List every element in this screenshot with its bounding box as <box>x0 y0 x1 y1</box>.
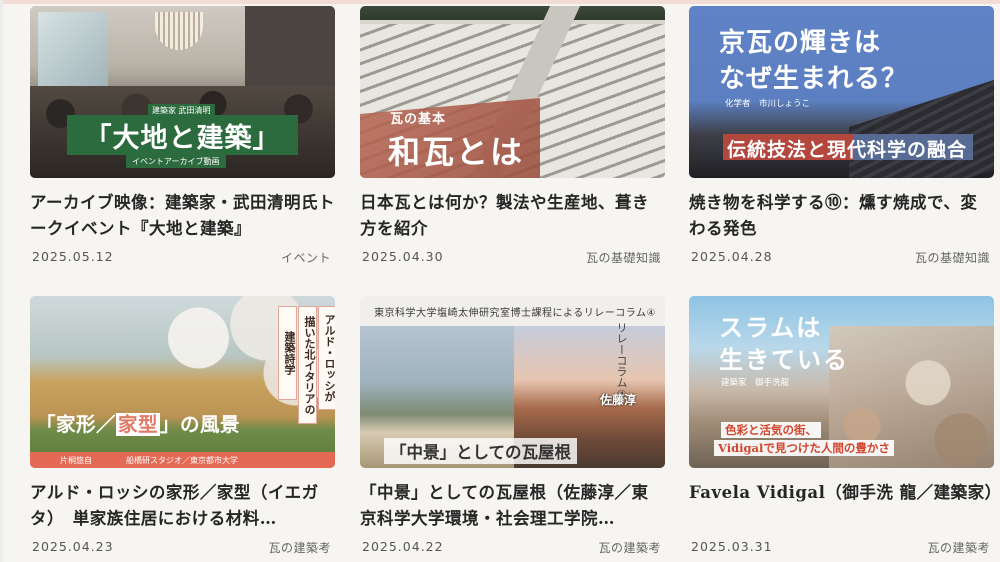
thumb-vertical-label: アルド・ロッシが <box>318 306 335 410</box>
article-date: 2025.05.12 <box>32 249 114 264</box>
article-title[interactable]: 日本瓦とは何か？製法や生産地、葺き方を紹介 <box>360 190 665 242</box>
thumb-screen <box>38 12 108 90</box>
thumb-headline: スラムは <box>719 313 823 342</box>
article-category[interactable]: イベント <box>281 249 331 266</box>
article-thumbnail[interactable]: 京瓦の輝きは なぜ生まれる？ 化学者 市川しょうこ 伝統技法と現代科学の融合 <box>689 6 994 178</box>
article-category[interactable]: 瓦の基礎知識 <box>915 249 990 266</box>
thumb-credit: 化学者 市川しょうこ <box>725 99 811 109</box>
thumb-headline: 和瓦とは <box>388 133 525 171</box>
thumb-headline: なぜ生まれる？ <box>719 64 909 94</box>
article-thumbnail[interactable]: 建築詩学 描いた北イタリアの アルド・ロッシが 「家形／ 家型 」の風景 片桐悠自 … <box>30 296 335 468</box>
article-title[interactable]: アルド・ロッシの家形／家型（イエガタ） 単家族住居における材料… <box>30 480 335 532</box>
article-meta: 2025.03.31 瓦の建築考 <box>689 539 994 557</box>
article-title[interactable]: アーカイブ映像：建築家・武田清明氏トークイベント『大地と建築』 <box>30 190 335 242</box>
thumb-headline: 生きている <box>719 345 849 374</box>
thumb-ribbon: Vidigalで見つけた人間の豊かさ <box>714 440 894 456</box>
article-title[interactable]: 焼き物を科学する⑩：燻す焼成で、変わる発色 <box>689 190 994 242</box>
article-category[interactable]: 瓦の建築考 <box>598 539 661 556</box>
thumb-tag: イベントアーカイブ動画 <box>126 155 226 168</box>
thumb-headline-part: 家型 <box>116 413 161 436</box>
article-date: 2025.04.22 <box>362 539 444 554</box>
article-card[interactable]: 京瓦の輝きは なぜ生まれる？ 化学者 市川しょうこ 伝統技法と現代科学の融合 焼… <box>689 6 994 267</box>
thumb-headline: 「大地と建築」 <box>84 123 281 154</box>
thumb-vertical-label: 建築詩学 <box>278 306 297 400</box>
article-meta: 2025.04.28 瓦の基礎知識 <box>689 249 994 267</box>
thumb-chandelier <box>155 12 203 50</box>
thumb-headline-part: 「家形 <box>36 413 97 436</box>
article-card[interactable]: 東京科学大学塩崎太伸研究室博士課程によるリレーコラム④ リレーコラム④ 佐藤淳 … <box>360 296 665 557</box>
article-meta: 2025.05.12 イベント <box>30 249 335 267</box>
article-date: 2025.03.31 <box>691 539 773 554</box>
thumb-author: 佐藤淳 <box>600 393 637 407</box>
thumb-headline: 「家形／ 家型 」の風景 <box>36 413 241 436</box>
article-title[interactable]: 「中景」としての瓦屋根（佐藤淳／東京科学大学環境・社会理工学院… <box>360 480 665 532</box>
article-card[interactable]: 建築家 武田清明 「大地と建築」 イベントアーカイブ動画 アーカイブ映像：建築家… <box>30 6 335 267</box>
thumb-author: 片桐悠自 <box>60 456 92 465</box>
article-category[interactable]: 瓦の建築考 <box>268 539 331 556</box>
article-meta: 2025.04.30 瓦の基礎知識 <box>360 249 665 267</box>
thumb-credit: 建築家 御手洗龍 <box>721 378 790 388</box>
article-thumbnail[interactable]: 瓦の基本 和瓦とは <box>360 6 665 178</box>
article-date: 2025.04.28 <box>691 249 773 264</box>
thumb-band-text: 伝統技法と現代科学の融合 <box>727 139 968 161</box>
article-meta: 2025.04.23 瓦の建築考 <box>30 539 335 557</box>
article-thumbnail[interactable]: 建築家 武田清明 「大地と建築」 イベントアーカイブ動画 <box>30 6 335 178</box>
thumb-subtitle: 瓦の基本 <box>390 112 447 127</box>
thumb-headline: 「中景」としての瓦屋根 <box>384 438 578 464</box>
thumb-headline-part: 」の風景 <box>160 413 241 436</box>
article-date: 2025.04.23 <box>32 539 114 554</box>
thumb-affiliation: 船橋研スタジオ／東京都市大学 <box>126 456 238 465</box>
article-card[interactable]: スラムは 生きている 建築家 御手洗龍 色彩と活気の街、 Vidigalで見つけ… <box>689 296 994 557</box>
article-meta: 2025.04.22 瓦の建築考 <box>360 539 665 557</box>
article-category[interactable]: 瓦の基礎知識 <box>586 249 661 266</box>
thumb-vertical-label: リレーコラム④ <box>615 322 628 401</box>
article-card[interactable]: 瓦の基本 和瓦とは 日本瓦とは何か？製法や生産地、葺き方を紹介 2025.04.… <box>360 6 665 267</box>
article-thumbnail[interactable]: スラムは 生きている 建築家 御手洗龍 色彩と活気の街、 Vidigalで見つけ… <box>689 296 994 468</box>
article-thumbnail[interactable]: 東京科学大学塩崎太伸研究室博士課程によるリレーコラム④ リレーコラム④ 佐藤淳 … <box>360 296 665 468</box>
article-grid: 建築家 武田清明 「大地と建築」 イベントアーカイブ動画 アーカイブ映像：建築家… <box>0 0 1000 562</box>
article-category[interactable]: 瓦の建築考 <box>927 539 990 556</box>
article-title[interactable]: Favela Vidigal（御手洗 龍／建築家） <box>689 480 994 532</box>
thumb-series-line: 東京科学大学塩崎太伸研究室博士課程によるリレーコラム④ <box>374 308 656 319</box>
article-card[interactable]: 建築詩学 描いた北イタリアの アルド・ロッシが 「家形／ 家型 」の風景 片桐悠自 … <box>30 296 335 557</box>
thumb-headline: 京瓦の輝きは <box>719 28 882 58</box>
thumb-vertical-label: 描いた北イタリアの <box>298 306 317 424</box>
thumb-ribbon: 色彩と活気の街、 <box>721 422 821 438</box>
article-date: 2025.04.30 <box>362 249 444 264</box>
